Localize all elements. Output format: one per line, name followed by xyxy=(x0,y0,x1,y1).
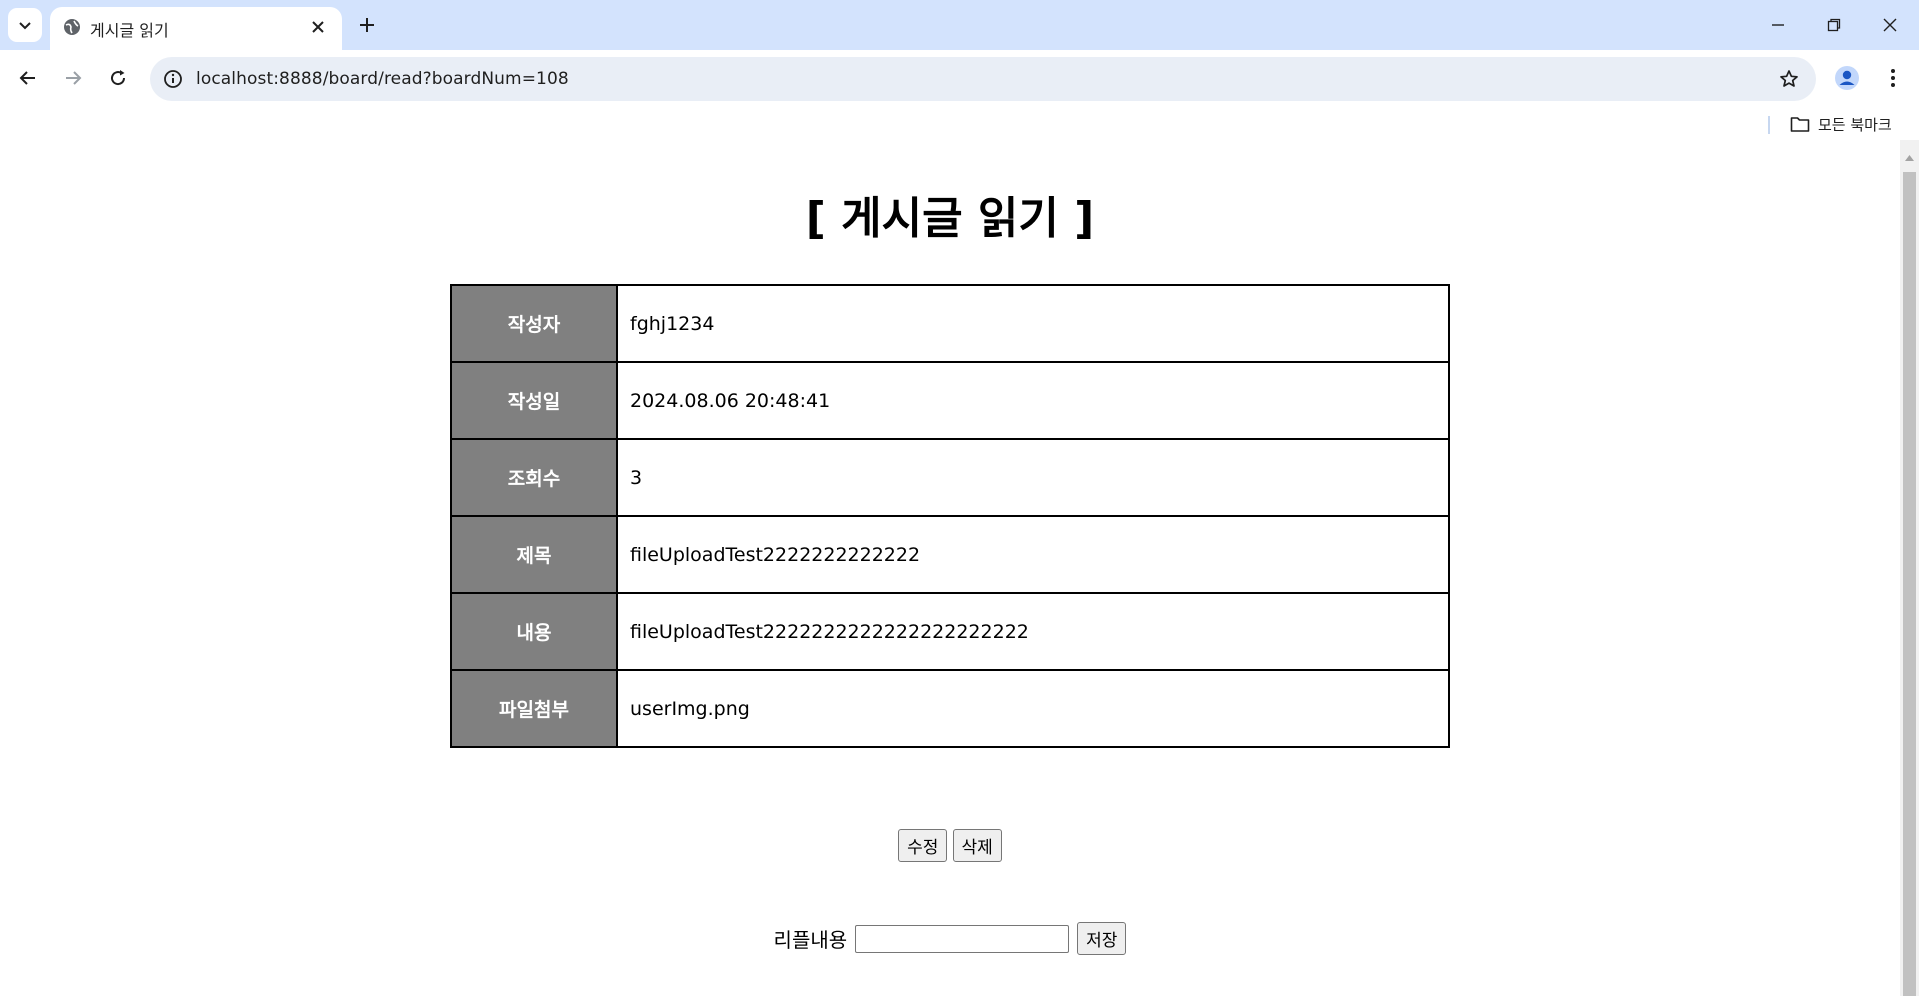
subject-label: 제목 xyxy=(450,515,618,594)
reply-form: 리플내용 저장 xyxy=(0,922,1900,955)
page-content: [ 게시글 읽기 ] 작성자 fghj1234 작성일 2024.08.06 2… xyxy=(0,140,1900,996)
content-value: fileUploadTest2222222222222222222222 xyxy=(616,592,1450,671)
attachment-value: userImg.png xyxy=(616,669,1450,748)
reload-button[interactable] xyxy=(100,60,136,96)
vertical-scrollbar[interactable] xyxy=(1900,140,1919,996)
back-button[interactable] xyxy=(10,60,46,96)
all-bookmarks-button[interactable]: 모든 북마크 xyxy=(1790,112,1892,136)
writer-label: 작성자 xyxy=(450,284,618,363)
star-icon xyxy=(1780,70,1798,87)
all-bookmarks-label: 모든 북마크 xyxy=(1818,115,1892,134)
close-icon xyxy=(1883,18,1897,32)
bookmark-star-button[interactable] xyxy=(1776,66,1802,92)
date-label: 작성일 xyxy=(450,361,618,440)
reply-label: 리플내용 xyxy=(773,928,848,952)
plus-icon xyxy=(360,18,374,32)
close-tab-button[interactable] xyxy=(306,15,330,39)
window-close-button[interactable] xyxy=(1862,0,1918,50)
more-vertical-icon xyxy=(1891,69,1895,87)
reload-icon xyxy=(111,70,126,86)
delete-button[interactable]: 삭제 xyxy=(952,829,1002,862)
table-row: 제목 fileUploadTest2222222222222 xyxy=(450,515,1450,594)
tab-title: 게시글 읽기 xyxy=(90,21,169,40)
reply-input[interactable] xyxy=(855,924,1070,953)
restore-button[interactable] xyxy=(1806,0,1862,50)
arrow-right-icon xyxy=(66,71,82,85)
profile-button[interactable] xyxy=(1829,60,1865,96)
subject-value: fileUploadTest2222222222222 xyxy=(616,515,1450,594)
info-icon xyxy=(164,70,182,88)
browser-menu-button[interactable] xyxy=(1875,60,1911,96)
post-actions: 수정 삭제 xyxy=(0,829,1900,862)
writer-value: fghj1234 xyxy=(616,284,1450,363)
post-detail-table: 작성자 fghj1234 작성일 2024.08.06 20:48:41 조회수… xyxy=(450,284,1450,748)
table-row: 조회수 3 xyxy=(450,438,1450,517)
table-row: 내용 fileUploadTest2222222222222222222222 xyxy=(450,592,1450,671)
page-title: [ 게시글 읽기 ] xyxy=(805,193,1095,244)
tab-strip: 게시글 읽기 xyxy=(0,0,1919,50)
close-icon xyxy=(312,21,324,33)
forward-button[interactable] xyxy=(55,60,91,96)
url-text[interactable]: localhost:8888/board/read?boardNum=108 xyxy=(196,69,569,89)
table-row: 작성자 fghj1234 xyxy=(450,284,1450,363)
attachment-label: 파일첨부 xyxy=(450,669,618,748)
browser-toolbar: localhost:8888/board/read?boardNum=108 xyxy=(0,50,1919,108)
minimize-button[interactable] xyxy=(1750,0,1806,50)
date-value: 2024.08.06 20:48:41 xyxy=(616,361,1450,440)
save-button[interactable]: 저장 xyxy=(1077,922,1127,955)
minimize-icon xyxy=(1772,24,1784,26)
scroll-up-button[interactable] xyxy=(1900,150,1919,166)
views-label: 조회수 xyxy=(450,438,618,517)
new-tab-button[interactable] xyxy=(351,9,383,41)
tab-search-button[interactable] xyxy=(8,8,42,42)
avatar-icon xyxy=(1835,66,1859,90)
site-info-button[interactable] xyxy=(160,66,186,92)
globe-icon xyxy=(64,19,80,35)
active-tab[interactable]: 게시글 읽기 xyxy=(50,7,342,50)
address-bar[interactable]: localhost:8888/board/read?boardNum=108 xyxy=(150,57,1816,101)
views-value: 3 xyxy=(616,438,1450,517)
content-label: 내용 xyxy=(450,592,618,671)
table-row: 파일첨부 userImg.png xyxy=(450,669,1450,748)
scrollbar-thumb[interactable] xyxy=(1903,172,1916,996)
triangle-up-icon xyxy=(1905,155,1914,161)
table-row: 작성일 2024.08.06 20:48:41 xyxy=(450,361,1450,440)
arrow-left-icon xyxy=(19,71,35,85)
bookmarks-separator xyxy=(1768,116,1770,134)
chevron-down-icon xyxy=(19,22,31,30)
edit-button[interactable]: 수정 xyxy=(898,829,948,862)
folder-icon xyxy=(1790,117,1810,132)
bookmarks-bar: 모든 북마크 xyxy=(0,108,1919,140)
restore-icon xyxy=(1827,18,1841,32)
